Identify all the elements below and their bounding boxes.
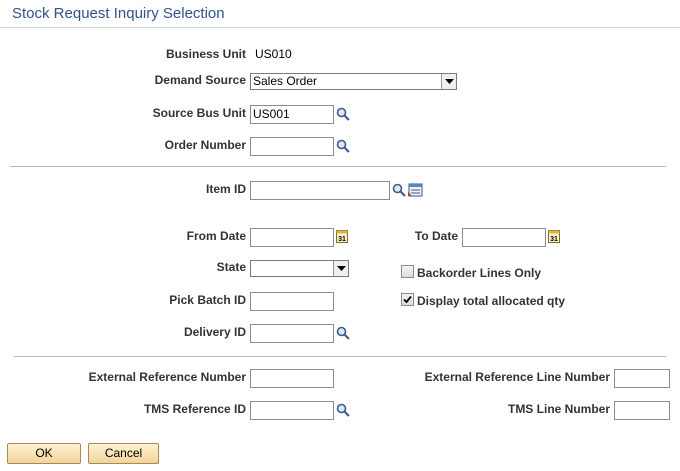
demand-source-select[interactable]: Sales Order <box>250 73 457 90</box>
calendar-icon[interactable]: 31 <box>548 229 560 243</box>
business-unit-value: US010 <box>255 47 292 61</box>
item-id-label: Item ID <box>205 182 246 196</box>
magnifier-lookup-icon[interactable] <box>336 403 350 417</box>
page-title: Stock Request Inquiry Selection <box>12 5 225 22</box>
delivery-id-label: Delivery ID <box>183 325 246 339</box>
order-number-input[interactable] <box>250 137 334 156</box>
backorder-lines-only-checkbox[interactable] <box>401 265 414 278</box>
section-divider <box>10 166 666 167</box>
pick-batch-id-input[interactable] <box>250 292 334 311</box>
external-reference-number-input[interactable] <box>250 369 334 388</box>
magnifier-lookup-icon[interactable] <box>336 139 350 153</box>
tms-reference-id-input[interactable] <box>250 401 334 420</box>
external-reference-number-label: External Reference Number <box>88 370 246 384</box>
calendar-icon[interactable]: 31 <box>336 229 348 243</box>
from-date-input[interactable] <box>250 228 334 247</box>
tms-line-number-input[interactable] <box>614 401 670 420</box>
display-total-allocated-qty-checkbox[interactable] <box>401 293 414 306</box>
section-divider <box>14 356 666 357</box>
calendar-icon-text: 31 <box>550 236 558 243</box>
display-total-allocated-qty-label: Display total allocated qty <box>417 294 566 308</box>
chevron-down-icon[interactable] <box>441 74 456 89</box>
item-id-input[interactable] <box>250 181 390 200</box>
magnifier-lookup-icon[interactable] <box>336 107 350 121</box>
backorder-lines-only-label: Backorder Lines Only <box>417 266 542 280</box>
delivery-id-input[interactable] <box>250 324 334 343</box>
cancel-button[interactable]: Cancel <box>88 443 159 464</box>
checkmark-icon <box>403 295 412 304</box>
to-date-input[interactable] <box>462 228 546 247</box>
source-bus-unit-input[interactable]: US001 <box>250 105 334 124</box>
calendar-icon-text: 31 <box>338 236 346 243</box>
magnifier-lookup-icon[interactable] <box>336 326 350 340</box>
title-divider <box>0 27 680 28</box>
business-unit-label: Business Unit <box>165 47 246 61</box>
pick-batch-id-label: Pick Batch ID <box>169 293 246 307</box>
source-bus-unit-label: Source Bus Unit <box>152 106 246 120</box>
tms-line-number-label: TMS Line Number <box>507 402 610 416</box>
external-reference-line-number-label: External Reference Line Number <box>424 370 610 384</box>
demand-source-label: Demand Source <box>154 73 246 87</box>
item-search-icon[interactable] <box>407 182 423 198</box>
chevron-down-icon[interactable] <box>333 261 348 276</box>
tms-reference-id-label: TMS Reference ID <box>143 402 246 416</box>
demand-source-selected-value: Sales Order <box>253 74 318 88</box>
magnifier-lookup-icon[interactable] <box>392 183 406 197</box>
state-select[interactable] <box>250 260 349 277</box>
order-number-label: Order Number <box>164 138 246 152</box>
to-date-label: To Date <box>414 229 458 243</box>
external-reference-line-number-input[interactable] <box>614 369 670 388</box>
ok-button[interactable]: OK <box>7 443 81 464</box>
from-date-label: From Date <box>186 229 246 243</box>
state-label: State <box>216 260 246 274</box>
